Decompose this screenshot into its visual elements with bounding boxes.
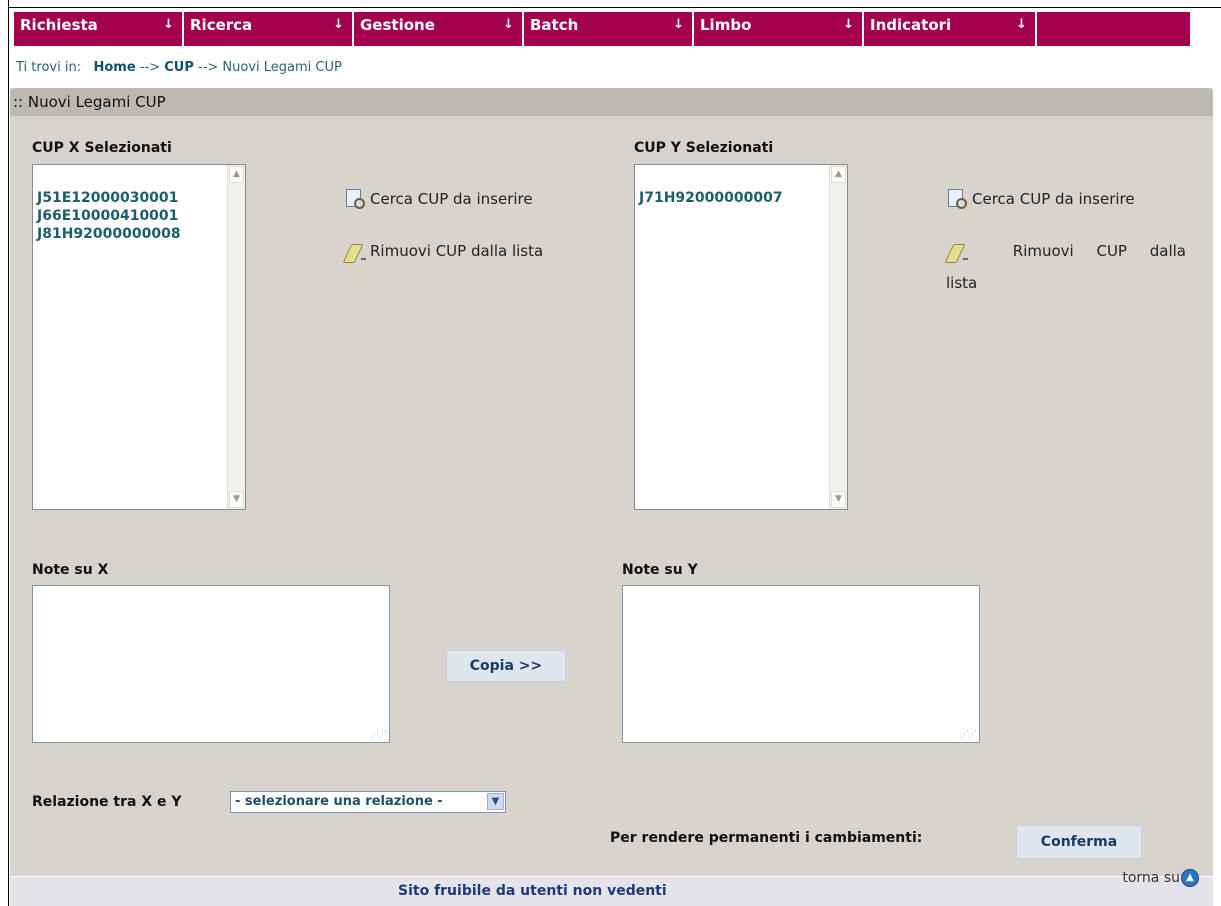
cup-y-listbox[interactable]: J71H92000000007 ▲ ▼ [634,164,848,510]
cup-x-label: CUP X Selezionati [32,140,172,156]
arrow-down-icon: ↓ [843,17,854,32]
arrow-down-icon: ↓ [1016,17,1027,32]
cup-x-search-label: Cerca CUP da inserire [370,190,533,208]
cup-x-remove-label: Rimuovi CUP dalla lista [370,242,544,260]
scrollbar[interactable]: ▲ ▼ [829,165,847,509]
nav-richiesta[interactable]: Richiesta ↓ [14,12,184,46]
cup-y-items: J71H92000000007 [639,189,783,207]
frame-border-left [8,0,9,906]
arrow-up-icon: ▲ [1181,869,1199,887]
relation-select[interactable]: - selezionare una relazione - ▼ [230,791,506,813]
nav-indicatori[interactable]: Indicatori ↓ [864,12,1037,46]
nav-label: Richiesta [20,16,98,34]
nav-gestione[interactable]: Gestione ↓ [354,12,524,46]
resize-grip-icon[interactable]: ⋰⋰ [960,730,977,740]
list-item[interactable]: J51E12000030001 [37,189,181,207]
copy-button[interactable]: Copia >> [446,650,566,682]
arrow-down-icon: ↓ [163,17,174,32]
list-item[interactable]: J71H92000000007 [639,189,783,207]
breadcrumb-cup-link[interactable]: CUP [164,60,194,75]
chevron-down-icon[interactable]: ▼ [487,793,504,810]
scrollbar[interactable]: ▲ ▼ [227,165,245,509]
scroll-up-icon[interactable]: ▲ [831,166,846,183]
breadcrumb-separator: --> [139,60,161,75]
panel-title: :: Nuovi Legami CUP [10,88,1213,116]
notes-y-textarea[interactable]: ⋰⋰ [622,585,980,743]
confirm-button[interactable]: Conferma [1016,825,1142,859]
breadcrumb: Ti trovi in: Home --> CUP --> Nuovi Lega… [16,60,342,75]
arrow-down-icon: ↓ [503,17,514,32]
breadcrumb-separator: --> [198,60,219,75]
cup-y-remove-link-cont[interactable]: lista [946,274,977,292]
nav-limbo[interactable]: Limbo ↓ [694,12,864,46]
breadcrumb-home-link[interactable]: Home [93,60,135,75]
nav-label: Batch [530,16,579,34]
breadcrumb-current: Nuovi Legami CUP [222,60,342,75]
main-panel: :: Nuovi Legami CUP CUP X Selezionati J5… [10,88,1213,876]
nav-ricerca[interactable]: Ricerca ↓ [184,12,354,46]
scroll-up-icon[interactable]: ▲ [229,166,244,183]
cup-y-remove-label-cont: lista [946,274,978,292]
eraser-icon [946,240,968,262]
top-navigation: Richiesta ↓ Ricerca ↓ Gestione ↓ Batch ↓… [14,12,1190,46]
frame-border-top [8,7,1221,8]
notes-y-label: Note su Y [622,562,698,578]
relation-label: Relazione tra X e Y [32,794,182,810]
eraser-icon [344,240,366,262]
search-document-icon [946,188,968,210]
accessibility-note: Sito fruibile da utenti non vedenti [398,883,667,899]
back-to-top-link[interactable]: torna su ▲ [1122,869,1199,887]
nav-label: Indicatori [870,16,952,34]
breadcrumb-prefix: Ti trovi in: [16,60,82,75]
list-item[interactable]: J81H92000000008 [37,225,181,243]
nav-label: Limbo [700,16,752,34]
cup-x-remove-link[interactable]: Rimuovi CUP dalla lista [344,240,543,262]
back-to-top-label: torna su [1122,870,1180,886]
search-document-icon [344,188,366,210]
nav-batch[interactable]: Batch ↓ [524,12,694,46]
cup-y-remove-link[interactable]: Rimuovi CUP dalla [946,240,1186,262]
cup-x-search-link[interactable]: Cerca CUP da inserire [344,188,533,210]
notes-x-label: Note su X [32,562,109,578]
cup-y-search-label: Cerca CUP da inserire [972,190,1135,208]
relation-select-value: - selezionare una relazione - [235,794,443,809]
scroll-down-icon[interactable]: ▼ [229,491,244,508]
cup-x-items: J51E12000030001 J66E10000410001 J81H9200… [37,189,181,243]
nav-label: Ricerca [190,16,253,34]
nav-label: Gestione [360,16,435,34]
confirm-prompt: Per rendere permanenti i cambiamenti: [610,830,923,846]
cup-y-remove-label: Rimuovi CUP dalla [1012,242,1186,260]
cup-y-label: CUP Y Selezionati [634,140,774,156]
resize-grip-icon[interactable]: ⋰⋰ [370,730,387,740]
arrow-down-icon: ↓ [333,17,344,32]
scroll-down-icon[interactable]: ▼ [831,491,846,508]
notes-x-textarea[interactable]: ⋰⋰ [32,585,390,743]
arrow-down-icon: ↓ [673,17,684,32]
cup-x-listbox[interactable]: J51E12000030001 J66E10000410001 J81H9200… [32,164,246,510]
footer: Sito fruibile da utenti non vedenti torn… [10,869,1213,906]
list-item[interactable]: J66E10000410001 [37,207,181,225]
cup-y-search-link[interactable]: Cerca CUP da inserire [946,188,1135,210]
